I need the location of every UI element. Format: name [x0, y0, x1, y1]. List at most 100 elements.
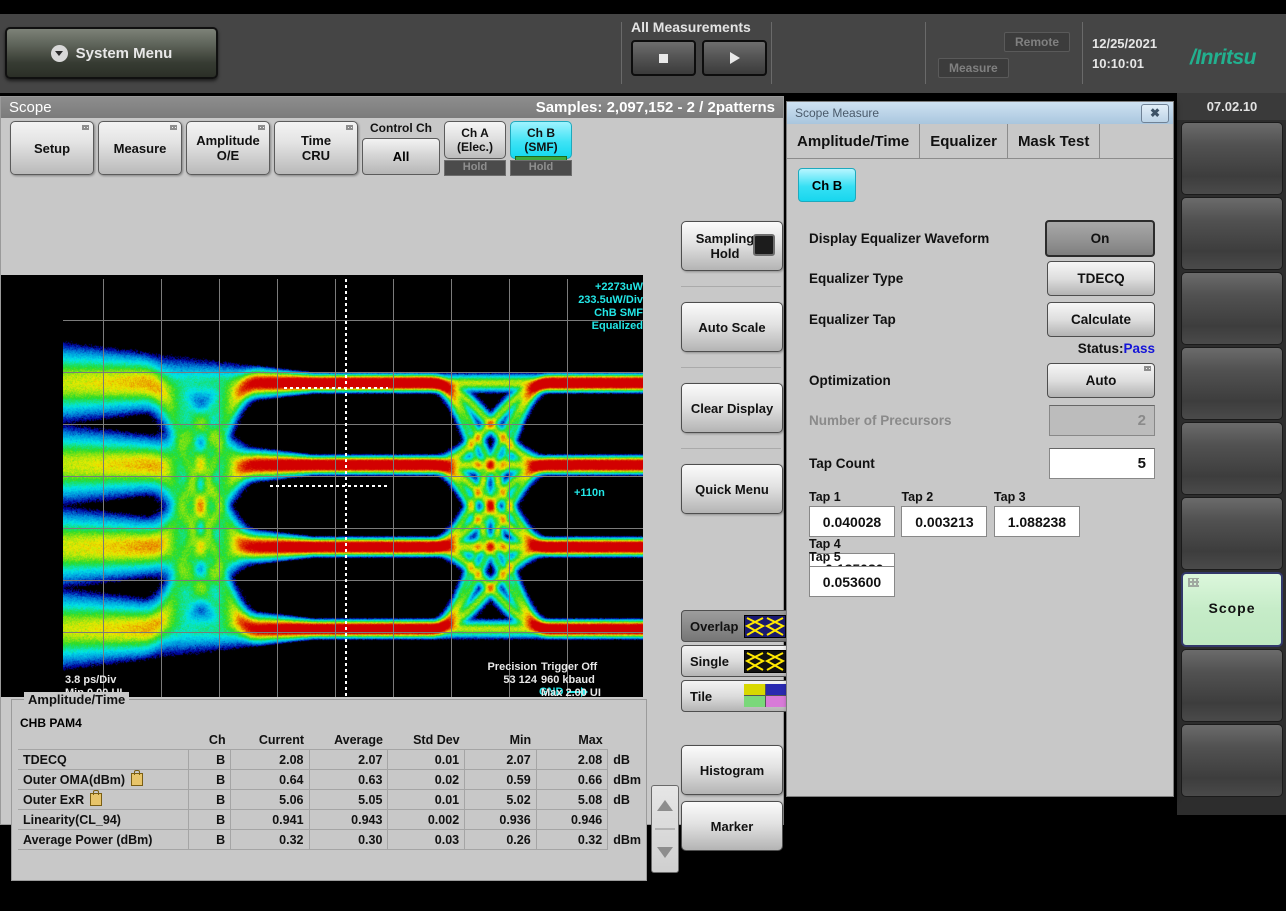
- control-channel-select[interactable]: All: [362, 138, 440, 175]
- tap-2-input[interactable]: 0.003213: [901, 506, 987, 537]
- tap-4-label: Tap 4: [809, 537, 895, 551]
- row-unit: dB: [608, 750, 646, 770]
- precursors-row: Number of Precursors 2: [809, 405, 1155, 436]
- rail-slot-6[interactable]: [1181, 497, 1283, 570]
- rail-slot-8[interactable]: [1181, 649, 1283, 722]
- overlap-view-button[interactable]: Overlap: [681, 610, 791, 642]
- table-row[interactable]: TDECQ B 2.08 2.07 0.01 2.07 2.08 dB: [18, 750, 646, 770]
- eye-diagram-canvas: [63, 279, 643, 697]
- channel-b-button[interactable]: Ch B (SMF): [510, 121, 572, 159]
- display-equalizer-waveform-toggle[interactable]: On: [1045, 220, 1155, 257]
- tab-amplitude-time[interactable]: Amplitude/Time: [787, 124, 920, 158]
- rail-slot-scope[interactable]: Scope: [1181, 572, 1283, 647]
- tap-3-input[interactable]: 1.088238: [994, 506, 1080, 537]
- calculate-button[interactable]: Calculate: [1047, 302, 1155, 337]
- tap-count-input[interactable]: 5: [1049, 448, 1155, 479]
- tap-count-row: Tap Count 5: [809, 448, 1155, 479]
- horizontal-cursor-2[interactable]: [284, 387, 388, 389]
- date-display: 12/25/2021: [1092, 34, 1157, 54]
- tab-equalizer-label: Equalizer: [930, 133, 997, 150]
- clear-display-button[interactable]: Clear Display: [681, 383, 783, 433]
- tab-amplitude-oe[interactable]: Amplitude O/E: [186, 121, 270, 175]
- tab-setup[interactable]: Setup: [10, 121, 94, 175]
- single-label: Single: [690, 654, 729, 669]
- tab-amplitude-oe-label: Amplitude O/E: [196, 133, 260, 163]
- play-triangle-icon: [730, 52, 740, 64]
- rail-scope-label: Scope: [1183, 600, 1281, 616]
- single-view-button[interactable]: Single: [681, 645, 791, 677]
- row-min: 0.59: [465, 770, 537, 790]
- marker-label: Marker: [711, 819, 754, 834]
- channel-a-hold-button[interactable]: Hold: [444, 160, 506, 176]
- tap-5-input[interactable]: 0.053600: [809, 566, 895, 597]
- cursor-value-readout: +110n: [574, 487, 605, 500]
- rail-slot-1[interactable]: [1181, 122, 1283, 195]
- system-menu-button[interactable]: System Menu: [5, 27, 218, 79]
- table-row[interactable]: Linearity(CL_94) B 0.941 0.943 0.002 0.9…: [18, 810, 646, 830]
- tab-amplitude-time-label: Amplitude/Time: [797, 133, 909, 150]
- row-unit: dBm: [608, 830, 646, 850]
- divider: [681, 367, 781, 368]
- arrow-up-icon[interactable]: [657, 800, 673, 811]
- sampling-hold-label: Sampling Hold: [696, 231, 755, 261]
- gridline: [103, 279, 104, 697]
- tab-mask-test[interactable]: Mask Test: [1008, 124, 1100, 158]
- sampling-hold-button[interactable]: Sampling Hold: [681, 221, 783, 271]
- display-equalizer-waveform-row: Display Equalizer Waveform On: [809, 220, 1155, 257]
- stop-measurement-button[interactable]: [631, 40, 696, 76]
- scope-toolbar: Setup Measure Amplitude O/E Time CRU Con…: [10, 121, 572, 176]
- vertical-cursor[interactable]: [345, 279, 347, 697]
- scope-window-title: Scope: [9, 99, 52, 116]
- row-stddev: 0.01: [388, 750, 465, 770]
- table-row[interactable]: Average Power (dBm) B 0.32 0.30 0.03 0.2…: [18, 830, 646, 850]
- rail-slot-9[interactable]: [1181, 724, 1283, 797]
- row-ch: B: [189, 810, 231, 830]
- tap-1-input[interactable]: 0.040028: [809, 506, 895, 537]
- channel-b-name: Ch B: [511, 126, 571, 140]
- rail-slot-3[interactable]: [1181, 272, 1283, 345]
- close-icon[interactable]: ✖: [1141, 104, 1169, 123]
- measurement-table: Ch Current Average Std Dev Min Max TDECQ…: [18, 730, 646, 850]
- quick-menu-label: Quick Menu: [695, 482, 769, 497]
- divider: [681, 448, 781, 449]
- waveform-display[interactable]: [63, 279, 643, 697]
- waveform-scale-div: 233.5uW/Div: [521, 294, 643, 307]
- table-row[interactable]: Outer OMA(dBm) B 0.64 0.63 0.02 0.59 0.6…: [18, 770, 646, 790]
- tile-view-button[interactable]: Tile: [681, 680, 791, 712]
- horizontal-cursor[interactable]: [270, 485, 388, 487]
- rail-slot-2[interactable]: [1181, 197, 1283, 270]
- chevron-down-icon: [51, 45, 68, 62]
- grip-icon: [1188, 578, 1199, 587]
- measurement-panel-subtitle: CHB PAM4: [20, 716, 82, 730]
- status-value: Pass: [1123, 341, 1155, 356]
- quick-menu-button[interactable]: Quick Menu: [681, 464, 783, 514]
- rail-slot-5[interactable]: [1181, 422, 1283, 495]
- max-ui-label: Max 2.00 UI: [541, 686, 601, 700]
- channel-b-hold-button[interactable]: Hold: [510, 160, 572, 176]
- tab-time-cru[interactable]: Time CRU: [274, 121, 358, 175]
- tab-equalizer[interactable]: Equalizer: [920, 124, 1008, 158]
- auto-scale-button[interactable]: Auto Scale: [681, 302, 783, 352]
- arrow-down-icon[interactable]: [657, 847, 673, 858]
- rail-slot-4[interactable]: [1181, 347, 1283, 420]
- sampling-hold-led-icon: [753, 234, 775, 256]
- scroll-pad[interactable]: [651, 785, 679, 873]
- optimization-button[interactable]: Auto: [1047, 363, 1155, 398]
- tab-measure[interactable]: Measure: [98, 121, 182, 175]
- channel-a-button[interactable]: Ch A (Elec.): [444, 121, 506, 159]
- control-channel-group: Control Ch All: [362, 121, 440, 175]
- marker-button[interactable]: Marker: [681, 801, 783, 851]
- system-menu-label: System Menu: [76, 45, 173, 62]
- tile-label: Tile: [690, 689, 712, 704]
- dialog-channel-badge[interactable]: Ch B: [798, 168, 856, 202]
- gridline: [219, 279, 220, 697]
- run-measurement-button[interactable]: [702, 40, 767, 76]
- histogram-button[interactable]: Histogram: [681, 745, 783, 795]
- time-display: 10:10:01: [1092, 54, 1157, 74]
- equalizer-type-button[interactable]: TDECQ: [1047, 261, 1155, 296]
- precision-label: Precision: [471, 660, 537, 674]
- all-measurements-group: All Measurements: [627, 19, 767, 76]
- tab-time-cru-label: Time CRU: [301, 133, 331, 163]
- table-row[interactable]: Outer ExR B 5.06 5.05 0.01 5.02 5.08 dB: [18, 790, 646, 810]
- tap-values-grid-2: Tap 5 0.053600: [809, 550, 1163, 597]
